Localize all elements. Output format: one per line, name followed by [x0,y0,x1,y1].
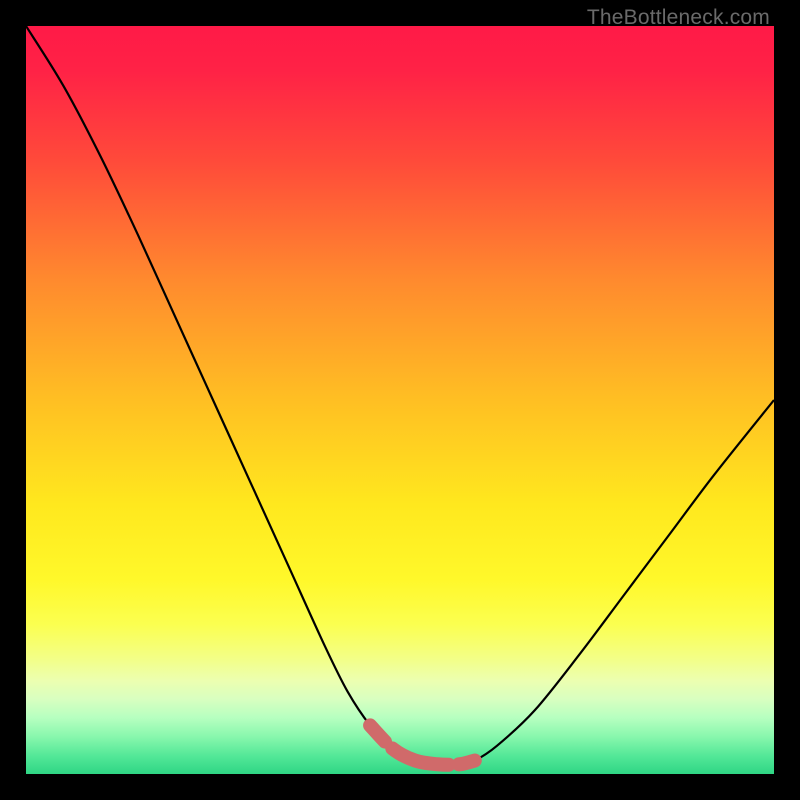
chart-canvas [26,26,774,774]
plot-area [26,26,774,774]
chart-frame: TheBottleneck.com [0,0,800,800]
bottleneck-curve [26,26,774,765]
optimal-region-highlight [370,725,475,764]
watermark-text: TheBottleneck.com [587,6,770,30]
